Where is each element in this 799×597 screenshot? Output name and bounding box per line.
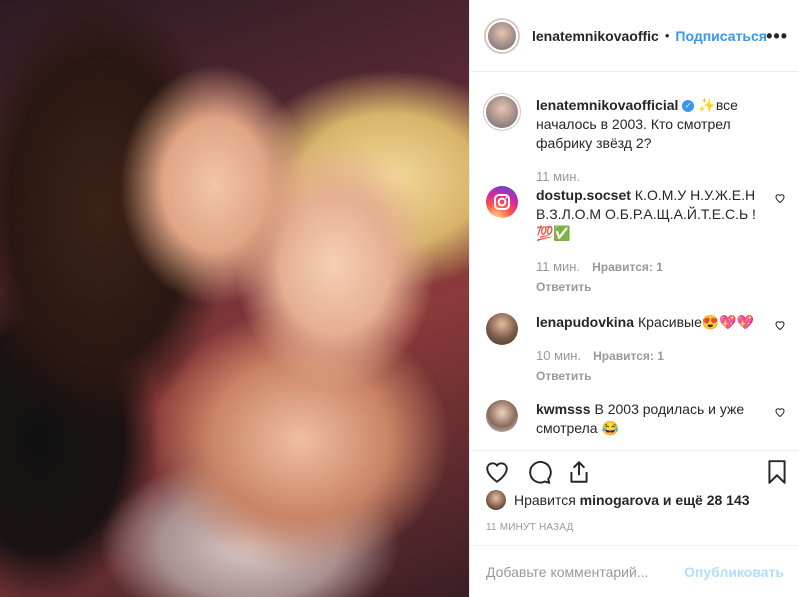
comment-bubble-icon[interactable] bbox=[526, 459, 552, 485]
comments-list[interactable]: lenatemnikovaofficial ✓ ✨все началось в 20… bbox=[470, 73, 799, 448]
post-photo[interactable] bbox=[0, 0, 469, 597]
author-avatar[interactable] bbox=[486, 19, 518, 52]
likes-prefix: Нравится bbox=[514, 492, 576, 508]
comment-username[interactable]: lenapudovkina bbox=[536, 314, 634, 330]
author-username[interactable]: lenatemnikovaoffic bbox=[532, 28, 659, 44]
comment-time[interactable]: 10 мин. bbox=[536, 346, 581, 365]
comment-avatar[interactable] bbox=[486, 313, 518, 345]
caption: lenatemnikovaofficial ✓ ✨все началось в 20… bbox=[486, 96, 786, 186]
comment-item: dostup.socset К.О.М.У Н.У.Ж.Е.Н В.З.Л.О.М… bbox=[486, 186, 786, 297]
like-comment-heart-icon[interactable] bbox=[774, 192, 786, 204]
comment-username[interactable]: kwmsss bbox=[536, 401, 590, 417]
like-heart-icon[interactable] bbox=[484, 459, 510, 485]
comment-item: lenapudovkina Красивые😍💖💖 10 мин. Нравитс… bbox=[486, 313, 786, 386]
comment-item: kwmsss В 2003 родилась и уже смотрела 😂 bbox=[486, 400, 786, 438]
reply-button[interactable]: Ответить bbox=[536, 278, 768, 297]
comment-text: Красивые😍💖💖 bbox=[638, 314, 755, 330]
header-separator: • bbox=[664, 28, 670, 43]
like-comment-heart-icon[interactable] bbox=[774, 319, 786, 331]
post-side-panel: lenatemnikovaoffic • Подписаться ••• len… bbox=[469, 0, 799, 597]
comment-username[interactable]: dostup.socset bbox=[536, 187, 631, 203]
likes-summary: Нравится minogarova и ещё 28 143 bbox=[486, 490, 750, 510]
comment-time[interactable]: 11 мин. bbox=[536, 257, 580, 276]
caption-time[interactable]: 11 мин. bbox=[536, 167, 580, 186]
post-timestamp[interactable]: 11 МИНУТ НАЗАД bbox=[486, 522, 574, 533]
comment-avatar[interactable] bbox=[486, 186, 518, 218]
follow-button[interactable]: Подписаться bbox=[675, 28, 767, 44]
comment-likes-count[interactable]: Нравится: 1 bbox=[593, 347, 664, 366]
more-options-icon[interactable]: ••• bbox=[766, 26, 788, 47]
post-header: lenatemnikovaoffic • Подписаться ••• bbox=[470, 0, 799, 72]
post-actions-bar bbox=[470, 450, 799, 488]
comment-likes-count[interactable]: Нравится: 1 bbox=[592, 258, 663, 277]
instagram-logo-icon bbox=[494, 194, 510, 210]
caption-username[interactable]: lenatemnikovaofficial bbox=[536, 97, 678, 113]
comment-avatar[interactable] bbox=[486, 400, 518, 432]
verified-badge-icon: ✓ bbox=[682, 100, 695, 113]
bookmark-icon[interactable] bbox=[764, 459, 790, 485]
caption-avatar[interactable] bbox=[486, 96, 518, 128]
reply-button[interactable]: Ответить bbox=[536, 367, 768, 386]
add-comment-form: Опубликовать bbox=[470, 545, 799, 597]
comment-input[interactable] bbox=[486, 563, 685, 580]
liker-avatar[interactable] bbox=[486, 490, 506, 510]
share-icon[interactable] bbox=[566, 459, 592, 485]
publish-button[interactable]: Опубликовать bbox=[684, 564, 784, 580]
like-comment-heart-icon[interactable] bbox=[774, 406, 786, 418]
liker-username[interactable]: minogarova bbox=[580, 492, 659, 508]
likes-count[interactable]: и ещё 28 143 bbox=[663, 492, 750, 508]
